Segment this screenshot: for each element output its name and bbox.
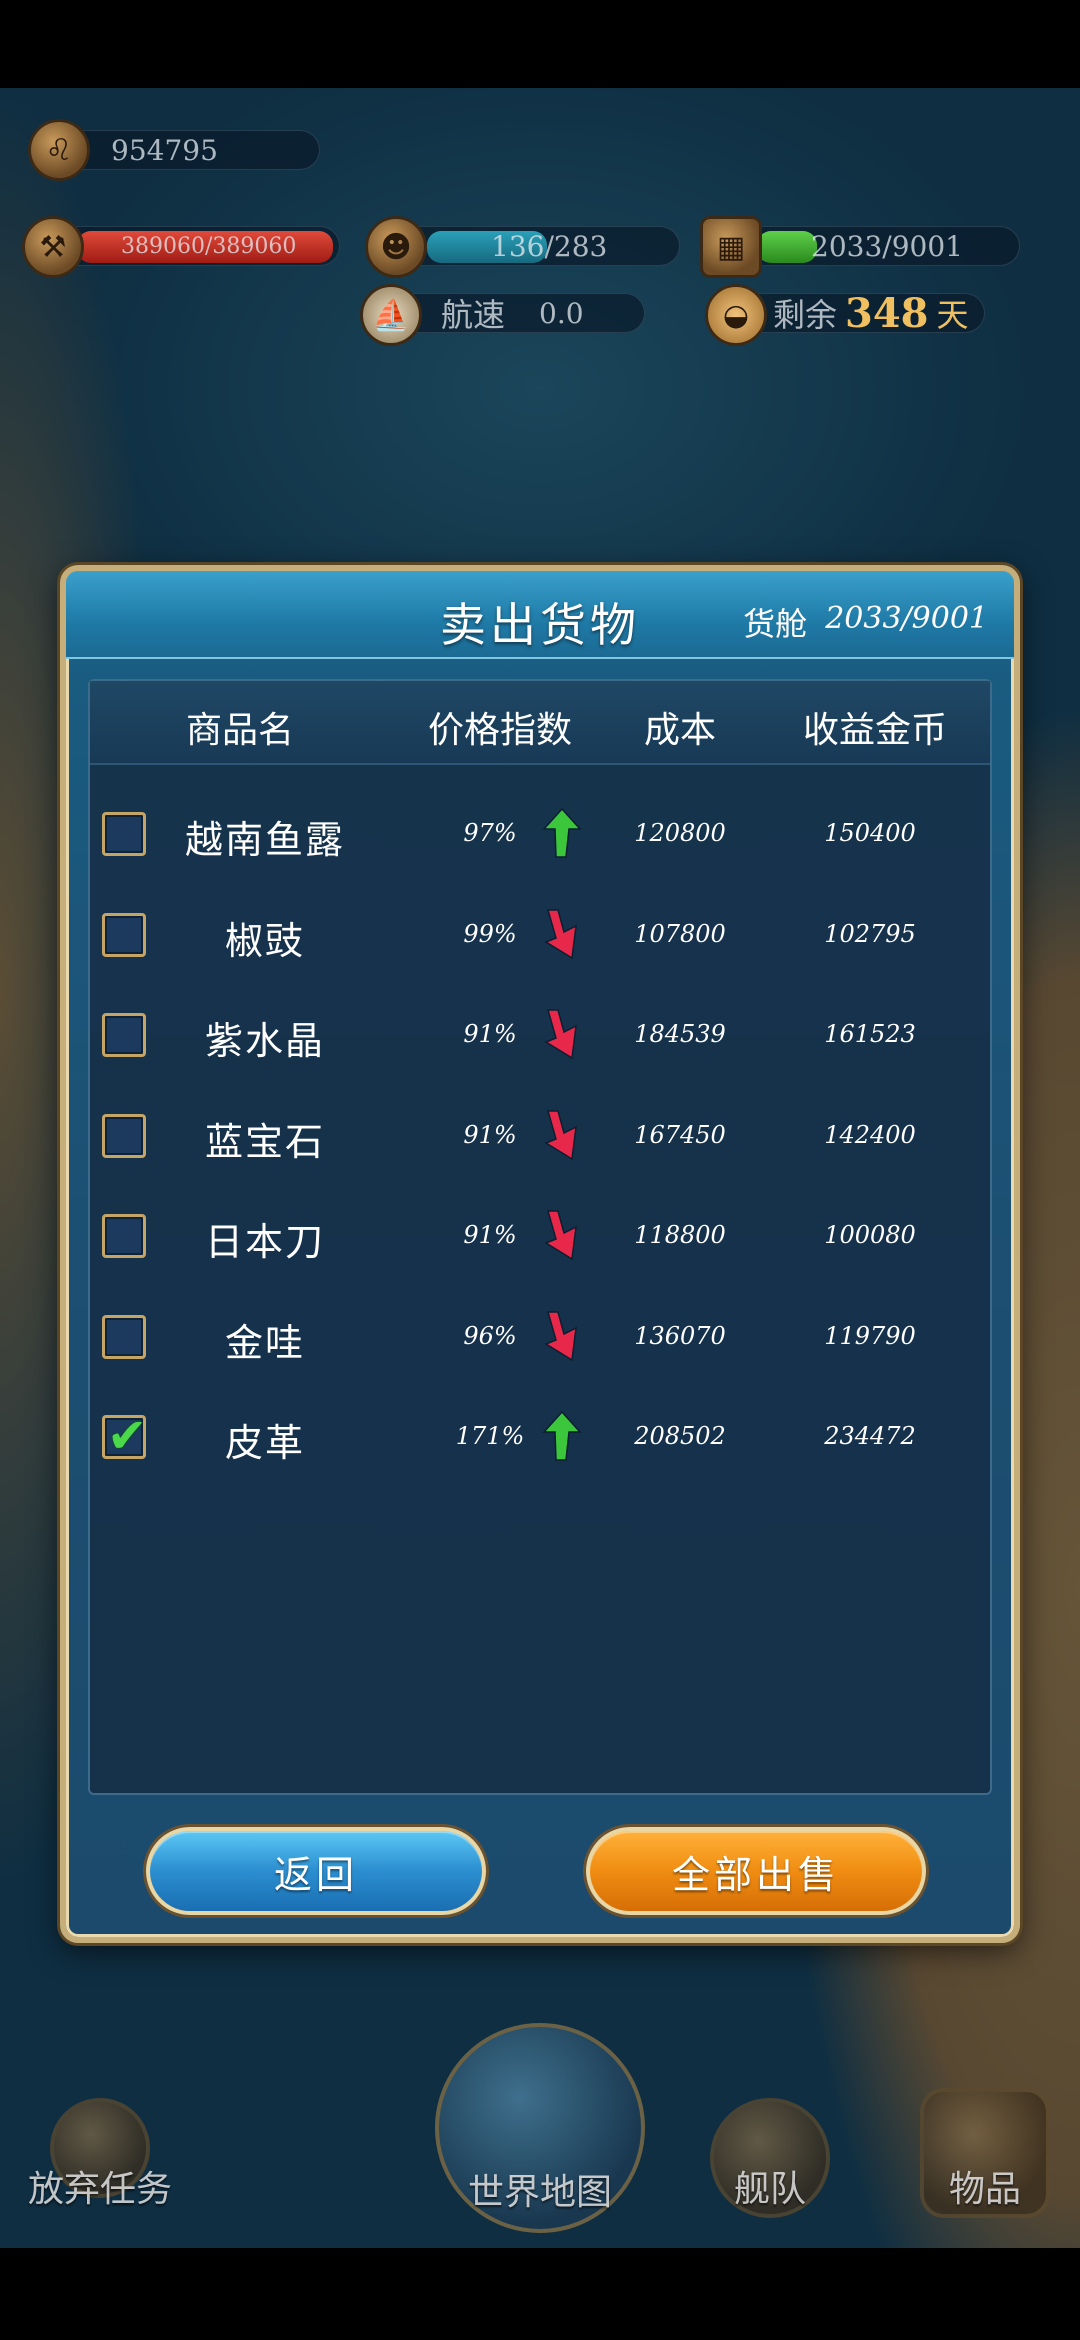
table-row[interactable]: 椒豉 99% 107800 102795 [90,886,990,986]
row-checkbox[interactable]: ✔ [102,1408,147,1464]
lion-coin-icon: ♌ [28,119,90,181]
goods-name: 日本刀 [204,1220,325,1264]
goods-table: 商品名 价格指数 成本 收益金币 越南鱼露 97% 120800 150400 椒豉 99… [88,679,992,1795]
revenue-value: 119790 [824,1321,916,1350]
trend-up-arrow-icon [542,1410,582,1461]
goods-name: 蓝宝石 [204,1119,325,1164]
table-header: 商品名 价格指数 成本 收益金币 [90,681,990,765]
goods-name: 紫水晶 [204,1019,325,1063]
trend-down-arrow-icon [544,1009,577,1060]
fleet-label: 舰队 [733,2169,806,2210]
row-checkbox[interactable] [102,1113,146,1158]
gold-value: 954795 [111,133,218,167]
goods-name: 椒豉 [224,918,305,963]
bread-icon: ◒ [705,284,767,346]
goods-name: 金哇 [224,1320,305,1365]
price-index: 99% [463,919,517,948]
revenue-value: 142400 [824,1120,916,1149]
crate-icon: ▦ [700,216,762,278]
row-checkbox[interactable] [102,812,146,856]
trend-down-arrow-icon [544,1109,577,1160]
ship-icon: ⛵ [360,284,422,346]
cargo-hud-value: 2033/9001 [811,229,963,263]
table-row[interactable]: 蓝宝石 91% 167450 142400 [90,1087,990,1187]
trend-up-arrow-icon [542,807,582,858]
cost-value: 107800 [634,919,726,948]
abandon-task-label: 放弃任务 [27,2169,172,2210]
remaining-label: 剩余 [773,296,838,334]
speed-label: 航速 [441,296,506,334]
price-index: 91% [463,1120,517,1149]
world-map-button[interactable]: 世界地图 [430,2023,650,2233]
items-button[interactable]: 物品 [910,2088,1060,2218]
items-label: 物品 [948,2169,1021,2210]
price-index: 97% [463,819,517,847]
header-revenue: 收益金币 [802,710,947,751]
row-checkbox[interactable] [102,1214,146,1258]
crew-value: 136/283 [491,229,608,263]
fleet-button[interactable]: 舰队 [700,2098,840,2218]
revenue-value: 150400 [824,819,916,847]
goods-name: 越南鱼露 [184,818,345,862]
revenue-value: 161523 [824,1020,916,1048]
durability-value: 389060/389060 [121,233,297,259]
goods-name: 皮革 [224,1421,305,1465]
revenue-value: 234472 [824,1422,916,1450]
cargo-hold-label: 货舱 [743,605,808,643]
cost-value: 118800 [634,1221,726,1249]
price-index: 171% [455,1422,525,1450]
hammer-icon: ⚒ [22,216,84,278]
header-price-index: 价格指数 [427,710,572,751]
cost-value: 184539 [634,1020,726,1048]
price-index: 96% [463,1321,517,1350]
world-map-label: 世界地图 [467,2172,612,2213]
remaining-days: 348 [845,289,929,337]
cost-value: 120800 [634,819,726,847]
trend-down-arrow-icon [544,1310,577,1361]
days-unit: 天 [936,296,969,334]
table-row[interactable]: 日本刀 91% 118800 100080 [90,1187,990,1287]
cost-value: 136070 [634,1321,726,1350]
abandon-task-button[interactable]: 放弃任务 [20,2098,180,2210]
table-row[interactable]: 金哇 96% 136070 119790 [90,1288,990,1388]
revenue-value: 100080 [824,1221,916,1249]
revenue-value: 102795 [824,919,916,948]
game-screen: 954795 ♌ 389060/389060 ⚒ 136/283 ☻ 2033/… [0,88,1080,2248]
row-checkbox[interactable] [102,1013,146,1057]
table-row[interactable]: ✔ 皮革 171% 208502 234472 [90,1388,990,1488]
price-index: 91% [463,1020,517,1048]
cargo-hold-info: 货舱 2033/9001 [743,599,988,645]
row-checkbox[interactable] [102,912,146,957]
back-button[interactable]: 返回 [146,1827,486,1915]
sell-goods-dialog: 卖出货物 货舱 2033/9001 商品名 价格指数 成本 收益金币 越南鱼露 9… [60,565,1020,1943]
price-index: 91% [463,1221,517,1249]
cost-value: 167450 [634,1120,726,1149]
header-cost: 成本 [643,710,716,751]
sell-all-button[interactable]: 全部出售 [586,1827,926,1915]
sailor-icon: ☻ [365,216,427,278]
speed-value: 0.0 [539,296,584,330]
cargo-fill [757,231,817,263]
checkmark-icon: ✔ [107,1408,148,1464]
table-row[interactable]: 紫水晶 91% 184539 161523 [90,986,990,1086]
row-checkbox[interactable] [102,1314,146,1359]
cost-value: 208502 [634,1422,726,1450]
trend-down-arrow-icon [544,1210,577,1261]
trend-down-arrow-icon [544,908,577,959]
cargo-hold-value: 2033/9001 [825,601,988,636]
header-name: 商品名 [185,710,294,751]
table-row[interactable]: 越南鱼露 97% 120800 150400 [90,785,990,885]
